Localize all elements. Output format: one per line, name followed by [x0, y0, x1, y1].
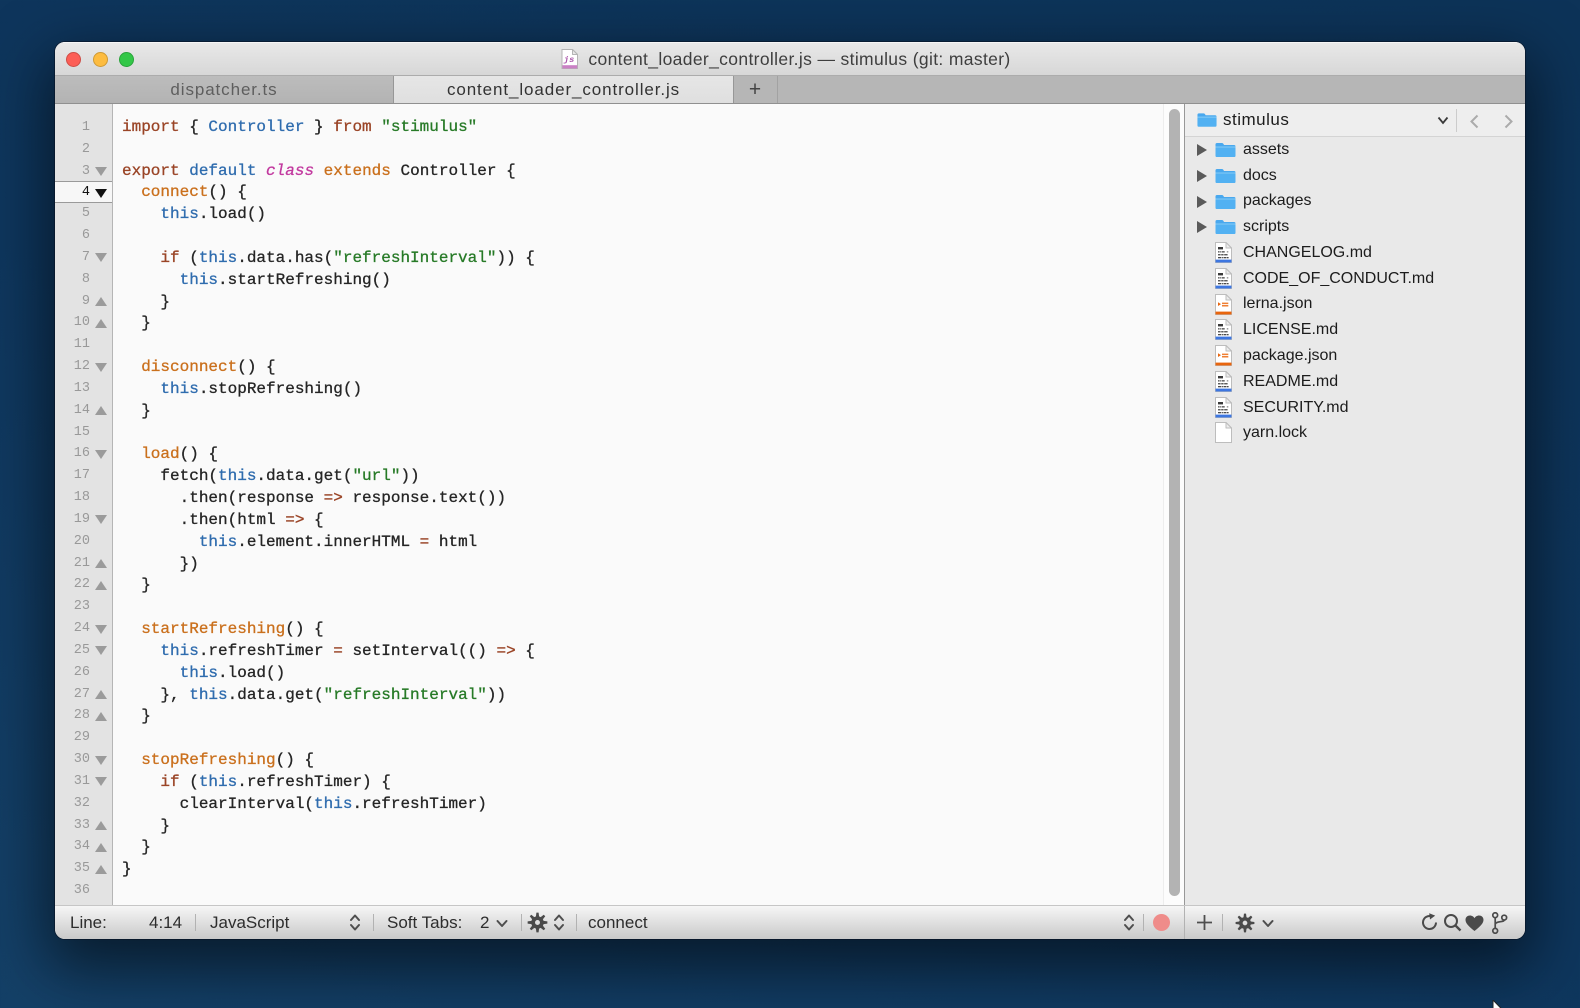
svg-text:js: js [563, 55, 575, 65]
